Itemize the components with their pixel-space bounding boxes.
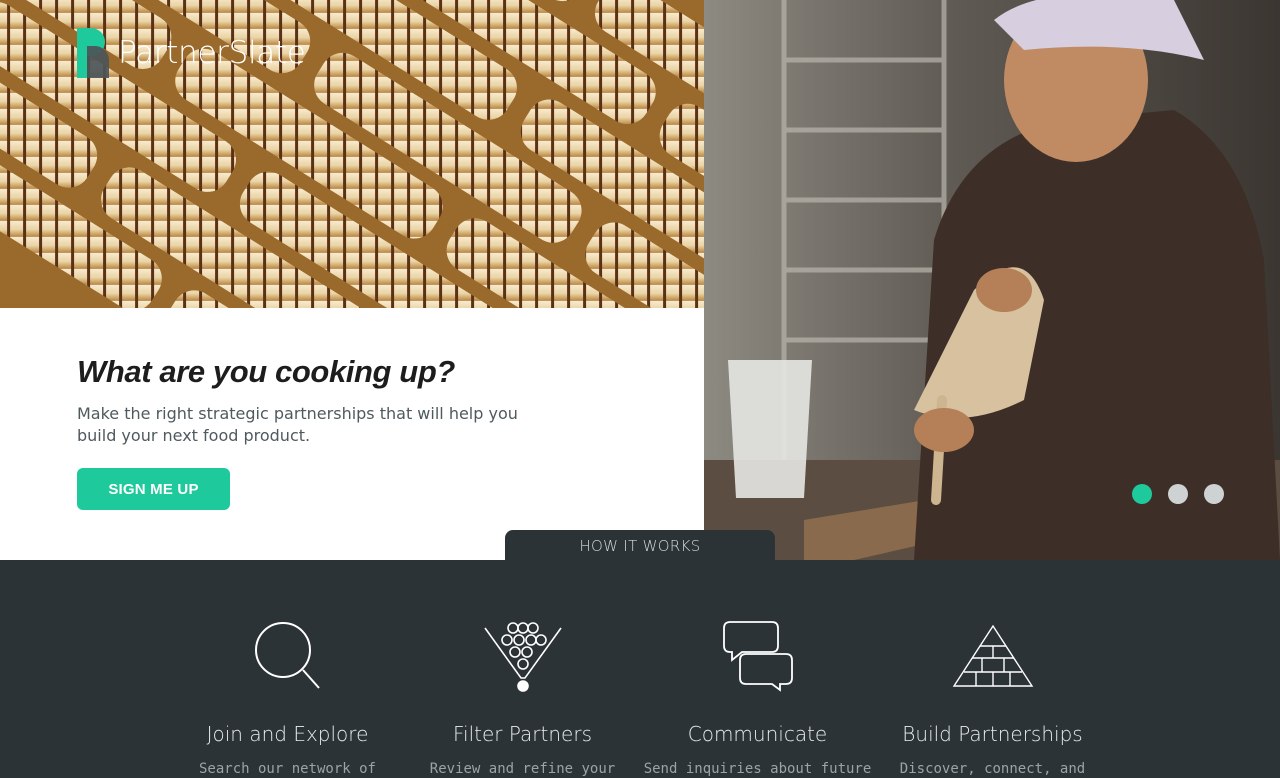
pyramid-icon xyxy=(875,618,1110,694)
how-it-works-tab[interactable]: HOW IT WORKS xyxy=(505,530,775,560)
step-join-and-explore: Join and Explore Search our network of xyxy=(170,618,405,778)
step-description: Send inquiries about future xyxy=(643,761,872,777)
step-build-partnerships: Build Partnerships Discover, connect, an… xyxy=(875,618,1110,778)
carousel-dot-2[interactable] xyxy=(1168,484,1188,504)
step-description: Search our network of xyxy=(198,761,376,777)
carousel-dots xyxy=(1132,484,1224,504)
step-title: Filter Partners xyxy=(453,722,592,746)
step-title: Build Partnerships xyxy=(902,722,1083,746)
step-description: Discover, connect, and xyxy=(899,761,1086,777)
chat-bubbles-icon xyxy=(640,618,875,694)
brand-name: PartnerSlate xyxy=(118,35,306,71)
hero-headline: What are you cooking up? xyxy=(77,354,455,389)
chef-photo xyxy=(704,0,1280,560)
sign-me-up-button[interactable]: SIGN ME UP xyxy=(77,468,230,510)
step-description: Review and refine your xyxy=(429,761,616,777)
funnel-filter-icon xyxy=(405,618,640,694)
logo[interactable]: PartnerSlate xyxy=(77,28,306,78)
step-title: Join and Explore xyxy=(206,722,369,746)
carousel-dot-1[interactable] xyxy=(1132,484,1152,504)
magnifier-icon xyxy=(170,618,405,694)
step-title: Communicate xyxy=(687,722,828,746)
hero-subcopy: Make the right strategic partnerships th… xyxy=(77,404,518,445)
carousel-dot-3[interactable] xyxy=(1204,484,1224,504)
step-filter-partners: Filter Partners Review and refine your xyxy=(405,618,640,778)
hero: PartnerSlate What are you cooking up? Ma… xyxy=(0,0,1280,560)
logo-mark-icon xyxy=(77,28,109,78)
step-communicate: Communicate Send inquiries about future xyxy=(640,618,875,778)
